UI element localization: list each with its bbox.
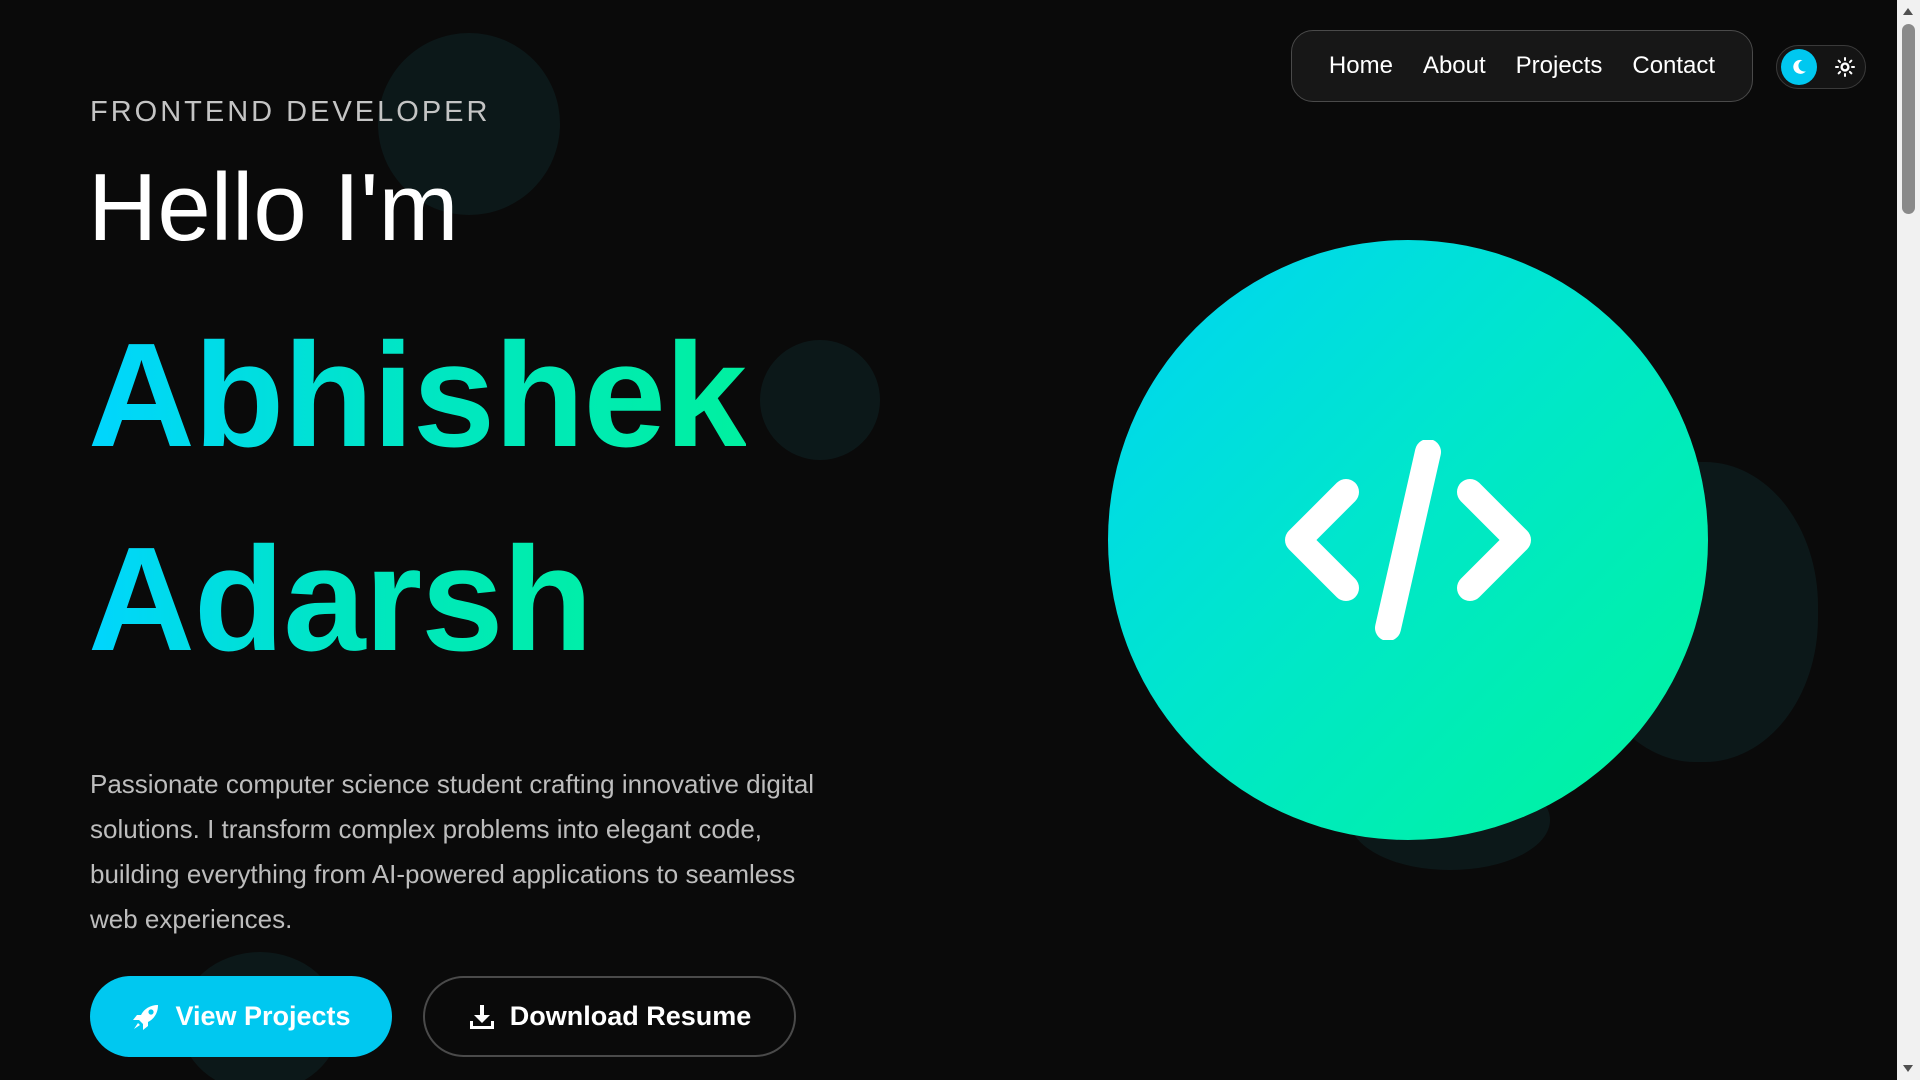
hero-graphic bbox=[1108, 240, 1708, 840]
nav-link-about[interactable]: About bbox=[1423, 52, 1486, 80]
download-icon bbox=[469, 1004, 494, 1029]
scroll-up-arrow-icon[interactable] bbox=[1903, 8, 1913, 15]
nav-link-contact[interactable]: Contact bbox=[1632, 52, 1715, 80]
hero-subtitle: FRONTEND DEVELOPER bbox=[90, 96, 491, 128]
download-resume-button[interactable]: Download Resume bbox=[423, 976, 796, 1057]
nav-link-home[interactable]: Home bbox=[1329, 52, 1393, 80]
scroll-down-arrow-icon[interactable] bbox=[1903, 1065, 1913, 1072]
rocket-icon bbox=[133, 1004, 159, 1030]
portfolio-page: Home About Projects Contact FRONTEND DEV… bbox=[0, 0, 1920, 1080]
theme-toggle[interactable] bbox=[1776, 45, 1866, 89]
page-scrollbar[interactable] bbox=[1897, 0, 1920, 1080]
scrollbar-thumb[interactable] bbox=[1902, 24, 1915, 214]
hero-description: Passionate computer science student craf… bbox=[90, 769, 815, 934]
moon-icon bbox=[1793, 59, 1806, 74]
hero-greeting: Hello I'm bbox=[88, 154, 459, 261]
view-projects-label: View Projects bbox=[175, 1001, 351, 1031]
hero-first-name: Abhishek bbox=[88, 313, 747, 478]
view-projects-button[interactable]: View Projects bbox=[90, 976, 392, 1057]
main-nav: Home About Projects Contact bbox=[1291, 30, 1753, 102]
decorative-blob bbox=[760, 340, 880, 460]
code-icon bbox=[1285, 440, 1531, 640]
hero-last-name: Adarsh bbox=[88, 517, 593, 682]
toggle-knob bbox=[1781, 49, 1817, 85]
nav-link-projects[interactable]: Projects bbox=[1516, 52, 1603, 80]
download-resume-label: Download Resume bbox=[509, 1001, 752, 1031]
sun-icon bbox=[1831, 53, 1859, 81]
